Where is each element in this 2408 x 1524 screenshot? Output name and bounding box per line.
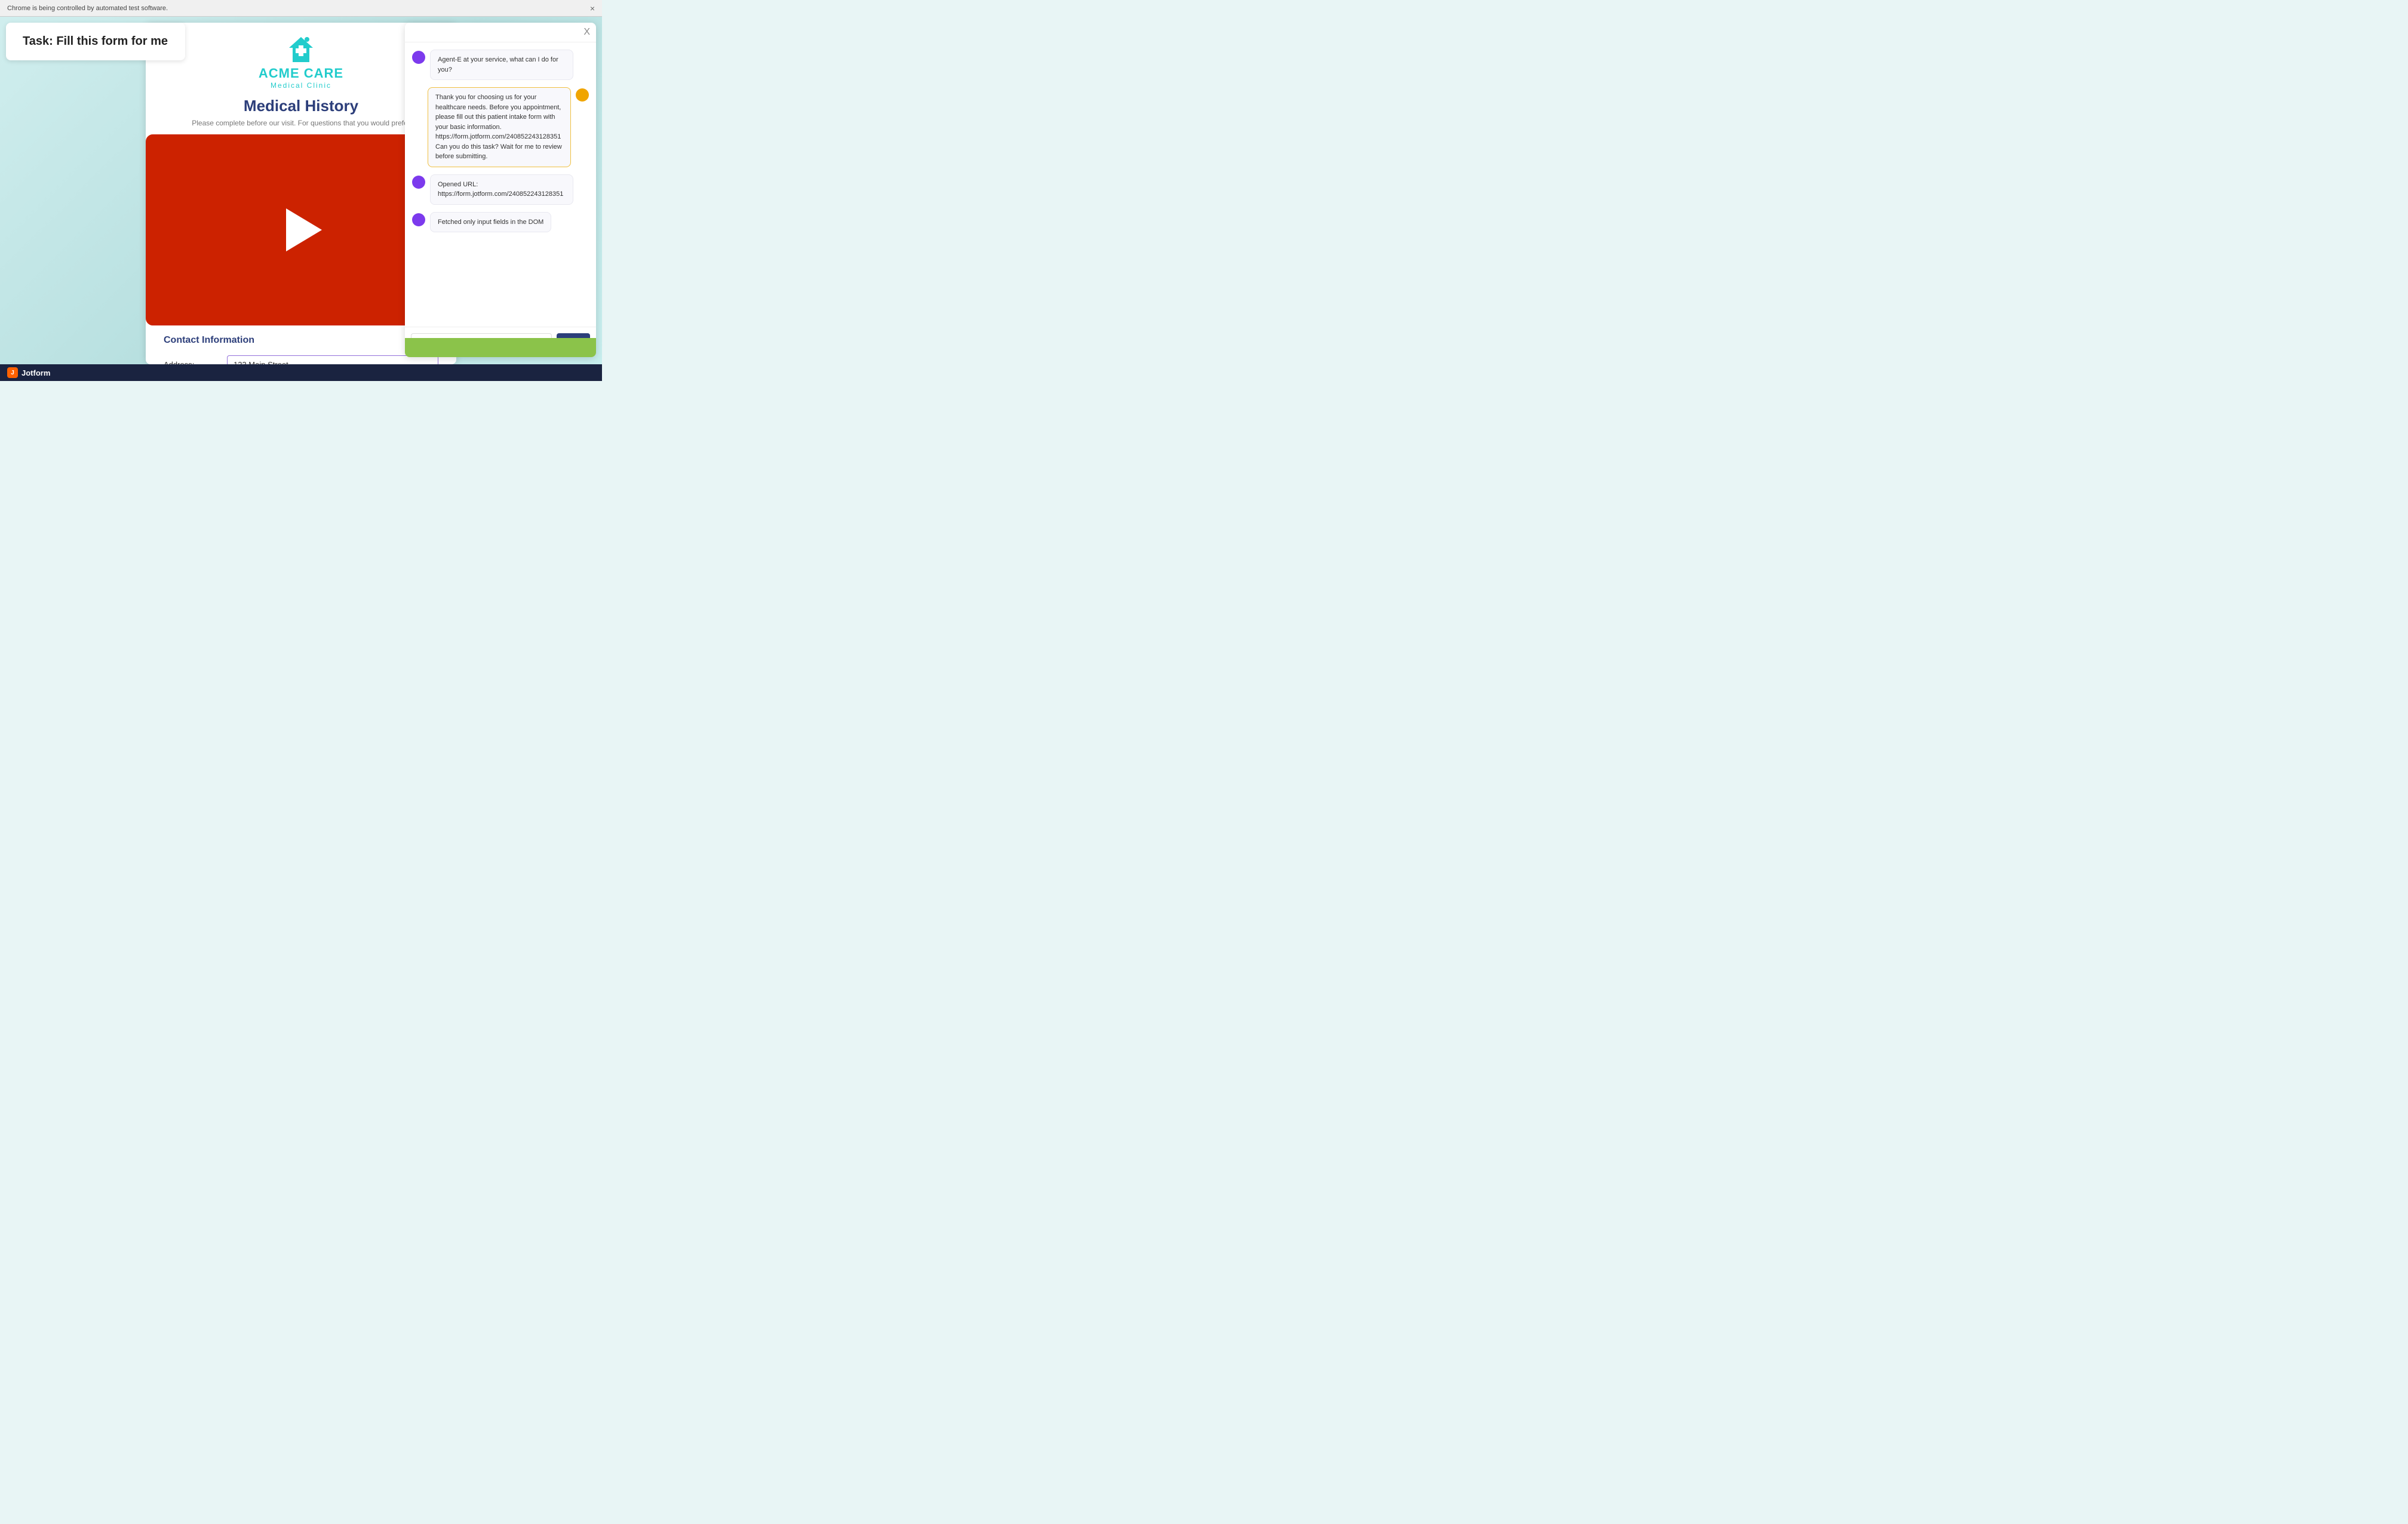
task-title: Task: Fill this form for me (23, 35, 168, 48)
chat-message-3: Opened URL: https://form.jotform.com/240… (412, 174, 589, 205)
jotform-icon: J (7, 367, 18, 378)
chrome-automation-bar: Chrome is being controlled by automated … (0, 0, 602, 17)
address-form-group: Address: Street Address Street Address L… (164, 355, 438, 364)
chat-bubble-2: Thank you for choosing us for your healt… (428, 87, 571, 167)
chat-panel: X Agent-E at your service, what can I do… (405, 23, 596, 357)
jotform-logo: J Jotform (7, 367, 50, 378)
chat-messages: Agent-E at your service, what can I do f… (405, 42, 596, 327)
task-panel: Task: Fill this form for me (6, 23, 185, 60)
logo-area: ACME CARE Medical Clinic (164, 35, 438, 90)
chrome-close-button[interactable]: × (590, 4, 595, 13)
form-subtitle: Please complete before our visit. For qu… (164, 119, 438, 127)
chat-close-button[interactable]: X (583, 27, 590, 37)
agent-avatar-3 (412, 176, 425, 189)
logo-icon (285, 35, 317, 66)
contact-section-title: Contact Information (164, 335, 438, 346)
main-area: Task: Fill this form for me ACME CARE Me… (0, 17, 602, 381)
chat-bubble-4: Fetched only input fields in the DOM (430, 212, 551, 233)
submit-bar (405, 338, 596, 357)
play-button-icon (286, 208, 322, 251)
jotform-text: Jotform (22, 368, 50, 377)
agent-avatar-1 (412, 51, 425, 64)
form-title: Medical History (164, 97, 438, 115)
user-avatar-2 (576, 88, 589, 102)
chat-message-4: Fetched only input fields in the DOM (412, 212, 589, 233)
chat-bubble-1: Agent-E at your service, what can I do f… (430, 50, 573, 80)
chrome-automation-text: Chrome is being controlled by automated … (7, 5, 168, 12)
chat-message-1: Agent-E at your service, what can I do f… (412, 50, 589, 80)
address-label: Address: (164, 355, 217, 364)
logo-brand: ACME CARE (259, 66, 343, 81)
bottom-bar: J Jotform (0, 364, 602, 381)
chat-bubble-3: Opened URL: https://form.jotform.com/240… (430, 174, 573, 205)
chat-message-2: Thank you for choosing us for your healt… (412, 87, 589, 167)
chat-header: X (405, 23, 596, 42)
logo-subtitle: Medical Clinic (271, 81, 331, 90)
agent-avatar-4 (412, 213, 425, 226)
